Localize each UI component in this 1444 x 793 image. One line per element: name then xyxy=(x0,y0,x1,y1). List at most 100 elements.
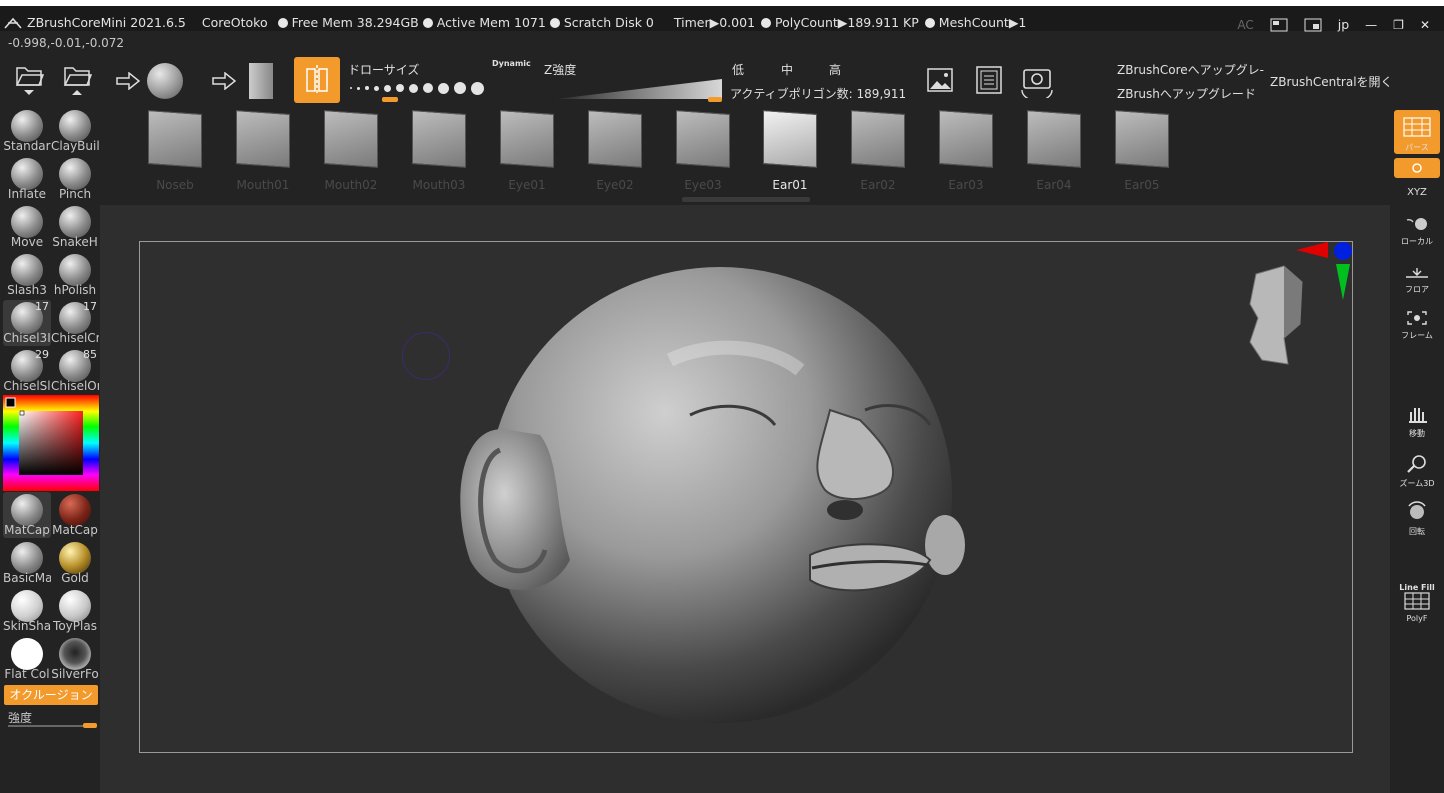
material-flatcolor[interactable]: Flat Col xyxy=(3,636,51,682)
draw-size-dot[interactable] xyxy=(357,86,360,90)
eye-brush-icon xyxy=(500,110,554,168)
xyz-button[interactable]: XYZ xyxy=(1394,186,1440,198)
draw-size-selector[interactable] xyxy=(350,80,484,96)
material-basic[interactable]: BasicMa xyxy=(3,540,51,586)
brush-chiselskin[interactable]: 29 ChiselSl xyxy=(3,348,51,394)
zoom-3d-button[interactable]: ズーム3D xyxy=(1394,454,1440,489)
material-gold[interactable]: Gold xyxy=(51,540,99,586)
shelf-item[interactable]: Ear02 xyxy=(843,108,913,194)
sphere-tool-icon[interactable] xyxy=(147,63,183,99)
shelf-item[interactable]: Ear04 xyxy=(1019,108,1089,194)
restore-icon[interactable]: ❐ xyxy=(1393,18,1404,32)
close-icon[interactable]: ✕ xyxy=(1420,18,1430,32)
draw-size-dot[interactable] xyxy=(365,86,369,90)
local-button[interactable]: ローカル xyxy=(1394,216,1440,247)
brush-chiselornament[interactable]: 85 ChiselOr xyxy=(51,348,99,394)
z-intensity-slider[interactable] xyxy=(556,78,722,100)
brush-claybuildup[interactable]: ClayBuil xyxy=(51,108,99,154)
mouth-brush-icon xyxy=(324,110,378,168)
floor-label: フロア xyxy=(1405,285,1429,294)
cube-tool-icon[interactable] xyxy=(249,63,273,99)
occlusion-button[interactable]: オクルージョン xyxy=(4,685,98,705)
draw-size-dot[interactable] xyxy=(374,85,379,91)
brush-hpolish[interactable]: hPolish xyxy=(51,252,99,298)
document-icon[interactable] xyxy=(974,64,1004,96)
material-silverfoil[interactable]: SilverFo xyxy=(51,636,99,682)
move-view-button[interactable]: 移動 xyxy=(1394,404,1440,439)
orientation-head-icon[interactable] xyxy=(1244,264,1314,368)
rotate-button[interactable]: 回転 xyxy=(1394,500,1440,537)
language-selector[interactable]: jp xyxy=(1338,17,1349,32)
dynamic-toggle[interactable]: Dynamic xyxy=(492,59,531,68)
brush-chisel3d[interactable]: 17 Chisel3I xyxy=(3,300,51,346)
strength-slider-knob[interactable] xyxy=(83,723,97,728)
brush-label: Pinch xyxy=(58,187,92,201)
camera-icon[interactable] xyxy=(1018,62,1056,98)
open-folder-icon[interactable] xyxy=(14,62,44,98)
draw-size-dot[interactable] xyxy=(384,84,391,92)
draw-mode-button[interactable] xyxy=(294,57,340,103)
brush-label: ClayBuil xyxy=(51,139,99,153)
shelf-item[interactable]: Mouth01 xyxy=(228,108,298,194)
shelf-item-label: Ear04 xyxy=(1036,178,1072,192)
xyz-label: XYZ xyxy=(1407,187,1427,198)
image-icon[interactable] xyxy=(926,66,954,94)
level-high-button[interactable]: 高 xyxy=(829,61,841,78)
material-toyplastic[interactable]: ToyPlas xyxy=(51,588,99,634)
shelf-item[interactable]: Ear03 xyxy=(931,108,1001,194)
material-matcap-red[interactable]: MatCap xyxy=(51,492,99,538)
draw-size-dot[interactable] xyxy=(438,82,449,94)
brush-move[interactable]: Move xyxy=(3,204,51,250)
perspective-button[interactable]: パース xyxy=(1394,110,1440,154)
move-label: 移動 xyxy=(1409,429,1425,438)
minimize-icon[interactable]: — xyxy=(1365,18,1377,32)
brush-chiselcreature[interactable]: 17 ChiselCr xyxy=(51,300,99,346)
draw-size-dot[interactable] xyxy=(454,82,466,94)
shelf-item[interactable]: Noseb xyxy=(140,108,210,194)
brush-slash3[interactable]: Slash3 xyxy=(3,252,51,298)
material-label: MatCap xyxy=(4,523,50,537)
shelf-item[interactable]: Mouth03 xyxy=(404,108,474,194)
cursor-coordinates: -0.998,-0.01,-0.072 xyxy=(8,36,125,50)
layout-icon[interactable] xyxy=(1270,18,1288,32)
shelf-item-label: Noseb xyxy=(156,178,194,192)
sculpted-head-model[interactable] xyxy=(440,260,980,730)
frame-button[interactable]: フレーム xyxy=(1394,310,1440,341)
rotate-icon xyxy=(1408,501,1426,519)
draw-size-dot[interactable] xyxy=(350,87,352,89)
append-cube-arrow-icon[interactable] xyxy=(212,72,236,90)
shelf-item[interactable]: Ear05 xyxy=(1107,108,1177,194)
upgrade-core-link[interactable]: ZBrushCoreへアップグレ- xyxy=(1117,61,1264,78)
floor-grid-toggle[interactable] xyxy=(1394,158,1440,178)
brush-inflate[interactable]: Inflate xyxy=(3,156,51,202)
line-fill-polyf-button[interactable]: Line Fill PolyF xyxy=(1394,582,1440,623)
upgrade-zbrush-link[interactable]: ZBrushへアップグレード xyxy=(1117,85,1256,102)
open-zbrushcentral-link[interactable]: ZBrushCentralを開く xyxy=(1270,73,1393,90)
material-matcap-gray[interactable]: MatCap xyxy=(3,492,51,538)
save-folder-icon[interactable] xyxy=(62,62,92,98)
layout-alt-icon[interactable] xyxy=(1304,18,1322,32)
floor-button[interactable]: フロア xyxy=(1394,266,1440,295)
shelf-item-label: Eye01 xyxy=(508,178,546,192)
level-mid-button[interactable]: 中 xyxy=(781,61,793,78)
floor-toggle-icon xyxy=(1412,163,1422,173)
title-bar: ZBrushCoreMini 2021.6.5 CoreOtoko Free M… xyxy=(0,0,1444,32)
shelf-item[interactable]: Mouth02 xyxy=(316,108,386,194)
shelf-item[interactable]: Eye02 xyxy=(580,108,650,194)
shelf-item[interactable]: Eye01 xyxy=(492,108,562,194)
shelf-scroll-handle[interactable] xyxy=(682,197,810,202)
shelf-item[interactable]: Eye03 xyxy=(668,108,738,194)
shelf-item-active[interactable]: Ear01 xyxy=(755,108,825,194)
append-sphere-arrow-icon[interactable] xyxy=(116,72,140,90)
draw-size-dot[interactable] xyxy=(409,83,418,93)
draw-size-dot[interactable] xyxy=(396,84,404,92)
brush-standard[interactable]: Standar xyxy=(3,108,51,154)
brush-snakehook[interactable]: SnakeH xyxy=(51,204,99,250)
level-low-button[interactable]: 低 xyxy=(732,61,744,78)
color-picker[interactable] xyxy=(3,395,99,491)
claybuildup-brush-icon xyxy=(59,110,91,142)
material-skinshade[interactable]: SkinSha xyxy=(3,588,51,634)
draw-size-dot[interactable] xyxy=(471,81,484,95)
draw-size-dot[interactable] xyxy=(423,83,433,93)
brush-pinch[interactable]: Pinch xyxy=(51,156,99,202)
